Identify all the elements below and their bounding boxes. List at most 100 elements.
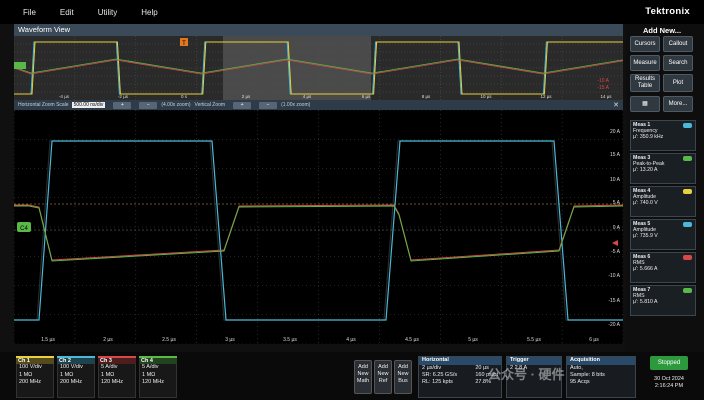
channel-3-box[interactable]: Ch 35 A/div 1 MΩ 120 MHz [98, 356, 136, 398]
h-record-length: RL: 125 kpts [422, 379, 453, 385]
h-scale: 2 µs/div [422, 365, 442, 371]
zm-y-tick: -5 A [611, 249, 621, 255]
acq-count: 95 Acqs [570, 379, 590, 385]
zm-y-tick: -10 A [608, 273, 620, 279]
run-stop-button[interactable]: Stopped [650, 356, 688, 370]
overview-plot: -4 µs -2 µs 0 s 2 µs 4 µs 6 µs 8 µs 10 µs 12 µs 1… [14, 36, 623, 100]
add-new-ref-button[interactable]: Add New Ref [374, 360, 392, 394]
channel-2-box[interactable]: Ch 2 100 V/div 1 MΩ 200 MHz [57, 356, 95, 398]
channel-bw: 120 MHz [101, 379, 124, 385]
zm-y-tick: 0 A [613, 225, 621, 231]
zoom-out-h-button[interactable]: − [139, 101, 158, 109]
time-text: 2:16:24 PM [654, 383, 684, 389]
h-duration: 20 µs [475, 365, 489, 371]
meas-value: µ': 350.9 kHz [633, 134, 664, 141]
channel-scale: 5 A/div [142, 364, 159, 370]
zoom-waveform-view[interactable]: 1.5 µs 2 µs 2.5 µs 3 µs 3.5 µs 4 µs 4.5 µs 5 µs… [14, 110, 623, 344]
ov-tick-label: -4 µs [59, 94, 70, 99]
channel-imp: 1 MΩ [19, 371, 33, 378]
zm-x-tick: 5.5 µs [527, 337, 541, 343]
ch4-overview-marker[interactable] [14, 62, 26, 69]
channel-name: Ch 1 [16, 356, 54, 364]
ov-tick-label: 0 s [181, 94, 188, 99]
measurement-badge[interactable]: Meas 7 RMS µ': 5.810 A [630, 285, 696, 316]
channel-bw: 200 MHz [60, 379, 83, 385]
overview-right-label-2: -15 A [597, 85, 609, 91]
results-table-button[interactable]: Results Table [630, 74, 660, 92]
channel-name: Ch 3 [98, 356, 136, 364]
callout-button[interactable]: Callout [663, 36, 693, 52]
zm-x-tick: 2 µs [103, 337, 113, 343]
zoom-x-ticks: 1.5 µs 2 µs 2.5 µs 3 µs 3.5 µs 4 µs 4.5 µs 5 µs… [41, 337, 599, 343]
ov-tick-label: 8 µs [422, 94, 431, 99]
channel-settings: 5 A/div 1 MΩ 120 MHz [139, 364, 177, 398]
zoom-in-v-button[interactable]: + [233, 101, 252, 109]
right-panel: Add New... Cursors Callout Measure Searc… [626, 24, 704, 400]
add-bus-label: Add New Bus [397, 364, 409, 384]
v-zoom-factor: (1.00x zoom) [281, 102, 311, 108]
measurement-badge[interactable]: Meas 6 RMS µ': 5.666 A [630, 252, 696, 283]
ov-tick-label: 14 µs [600, 94, 612, 99]
add-new-bus-button[interactable]: Add New Bus [394, 360, 412, 394]
meas-value: µ': 13.20 A [633, 167, 658, 174]
grid-icon[interactable]: ▦ [630, 96, 660, 112]
channel-4-box[interactable]: Ch 45 A/div 1 MΩ 120 MHz [139, 356, 177, 398]
meas-color-badge-icon [683, 123, 692, 128]
date-text: 30 Oct 2024 [654, 376, 684, 382]
zoom-out-v-button[interactable]: − [259, 101, 278, 109]
zoom-grid [14, 110, 623, 344]
meas-value: µ': 5.810 A [633, 299, 658, 306]
menu-file[interactable]: File [23, 8, 36, 17]
menu-help[interactable]: Help [141, 8, 157, 17]
cursors-button[interactable]: Cursors [630, 36, 660, 52]
bottom-bar: Ch 1 100 V/div 1 MΩ 200 MHz Ch 2 100 V/div 1 M… [0, 352, 704, 400]
horizontal-col-left: 2 µs/div SR: 6.25 GS/s RL: 125 kpts [422, 365, 457, 386]
zoom-bar: Horizontal Zoom Scale 500.00 ns/div + − … [14, 100, 623, 110]
measurement-badge[interactable]: Meas 5 Amplitude µ': 735.9 V [630, 219, 696, 250]
menu-edit[interactable]: Edit [60, 8, 74, 17]
add-new-title: Add New... [642, 26, 682, 35]
zoom-scale-value[interactable]: 500.00 ns/div [71, 102, 106, 108]
zm-x-tick: 3.5 µs [283, 337, 297, 343]
date-time: 30 Oct 2024 2:16:24 PM [650, 376, 688, 390]
zm-current-wave [14, 204, 623, 261]
search-button[interactable]: Search [663, 55, 693, 71]
overview-right-label-1: -10 A [597, 78, 609, 84]
acquisition-panel[interactable]: Acquisition Auto, Sample: 8 bits 95 Acqs [566, 356, 636, 398]
menu-utility[interactable]: Utility [98, 8, 118, 17]
measurement-badge[interactable]: Meas 1 Frequency µ': 350.9 kHz [630, 120, 696, 151]
measure-button[interactable]: Measure [630, 55, 660, 71]
waveform-view-title: Waveform View [18, 25, 71, 34]
channel-bw: 200 MHz [19, 379, 42, 385]
overview-waveform[interactable]: -4 µs -2 µs 0 s 2 µs 4 µs 6 µs 8 µs 10 µs 12 µs 1… [14, 36, 623, 100]
ov-tick-label: 2 µs [242, 94, 251, 99]
ov-tick-label: 12 µs [540, 94, 552, 99]
acquisition-body: Auto, Sample: 8 bits 95 Acqs [567, 365, 635, 386]
measurement-badge[interactable]: Meas 3 Peak-to-Peak µ': 13.20 A [630, 153, 696, 184]
channel-1-box[interactable]: Ch 1 100 V/div 1 MΩ 200 MHz [16, 356, 54, 398]
zoom-y-ticks: 20 A 15 A 10 A 5 A 0 A -5 A -10 A -15 A -20 A [608, 129, 620, 328]
more-button[interactable]: More... [663, 96, 693, 112]
ch4-marker-label: C4 [20, 226, 28, 232]
zoom-in-h-button[interactable]: + [113, 101, 132, 109]
h-sample-rate: SR: 6.25 GS/s [422, 372, 458, 378]
trigger-marker-label: T [182, 41, 186, 47]
zm-x-tick: 6 µs [589, 337, 599, 343]
add-new-math-button[interactable]: Add New Math [354, 360, 372, 394]
zm-y-tick: 20 A [610, 129, 621, 135]
ov-tick-label: 4 µs [303, 94, 312, 99]
ch3-offset-arrow-icon[interactable] [612, 240, 618, 246]
meas-color-badge-icon [683, 288, 692, 293]
measurement-badge[interactable]: Meas 4 Amplitude µ': 740.0 V [630, 186, 696, 217]
plot-button[interactable]: Plot [663, 74, 693, 92]
acq-mode: Auto, [570, 365, 583, 371]
channel-imp: 1 MΩ [60, 371, 74, 378]
ov-tick-label: 10 µs [480, 94, 492, 99]
zm-x-tick: 4 µs [346, 337, 356, 343]
zoom-close-icon[interactable]: ✕ [613, 101, 619, 109]
channel-scale: 100 V/div [19, 364, 42, 370]
v-zoom-label: Vertical Zoom [194, 102, 226, 108]
channel-imp: 1 MΩ [142, 371, 156, 378]
zoom-plot: 1.5 µs 2 µs 2.5 µs 3 µs 3.5 µs 4 µs 4.5 µs 5 µs… [14, 110, 623, 344]
ov-tick-label: 6 µs [362, 94, 371, 99]
